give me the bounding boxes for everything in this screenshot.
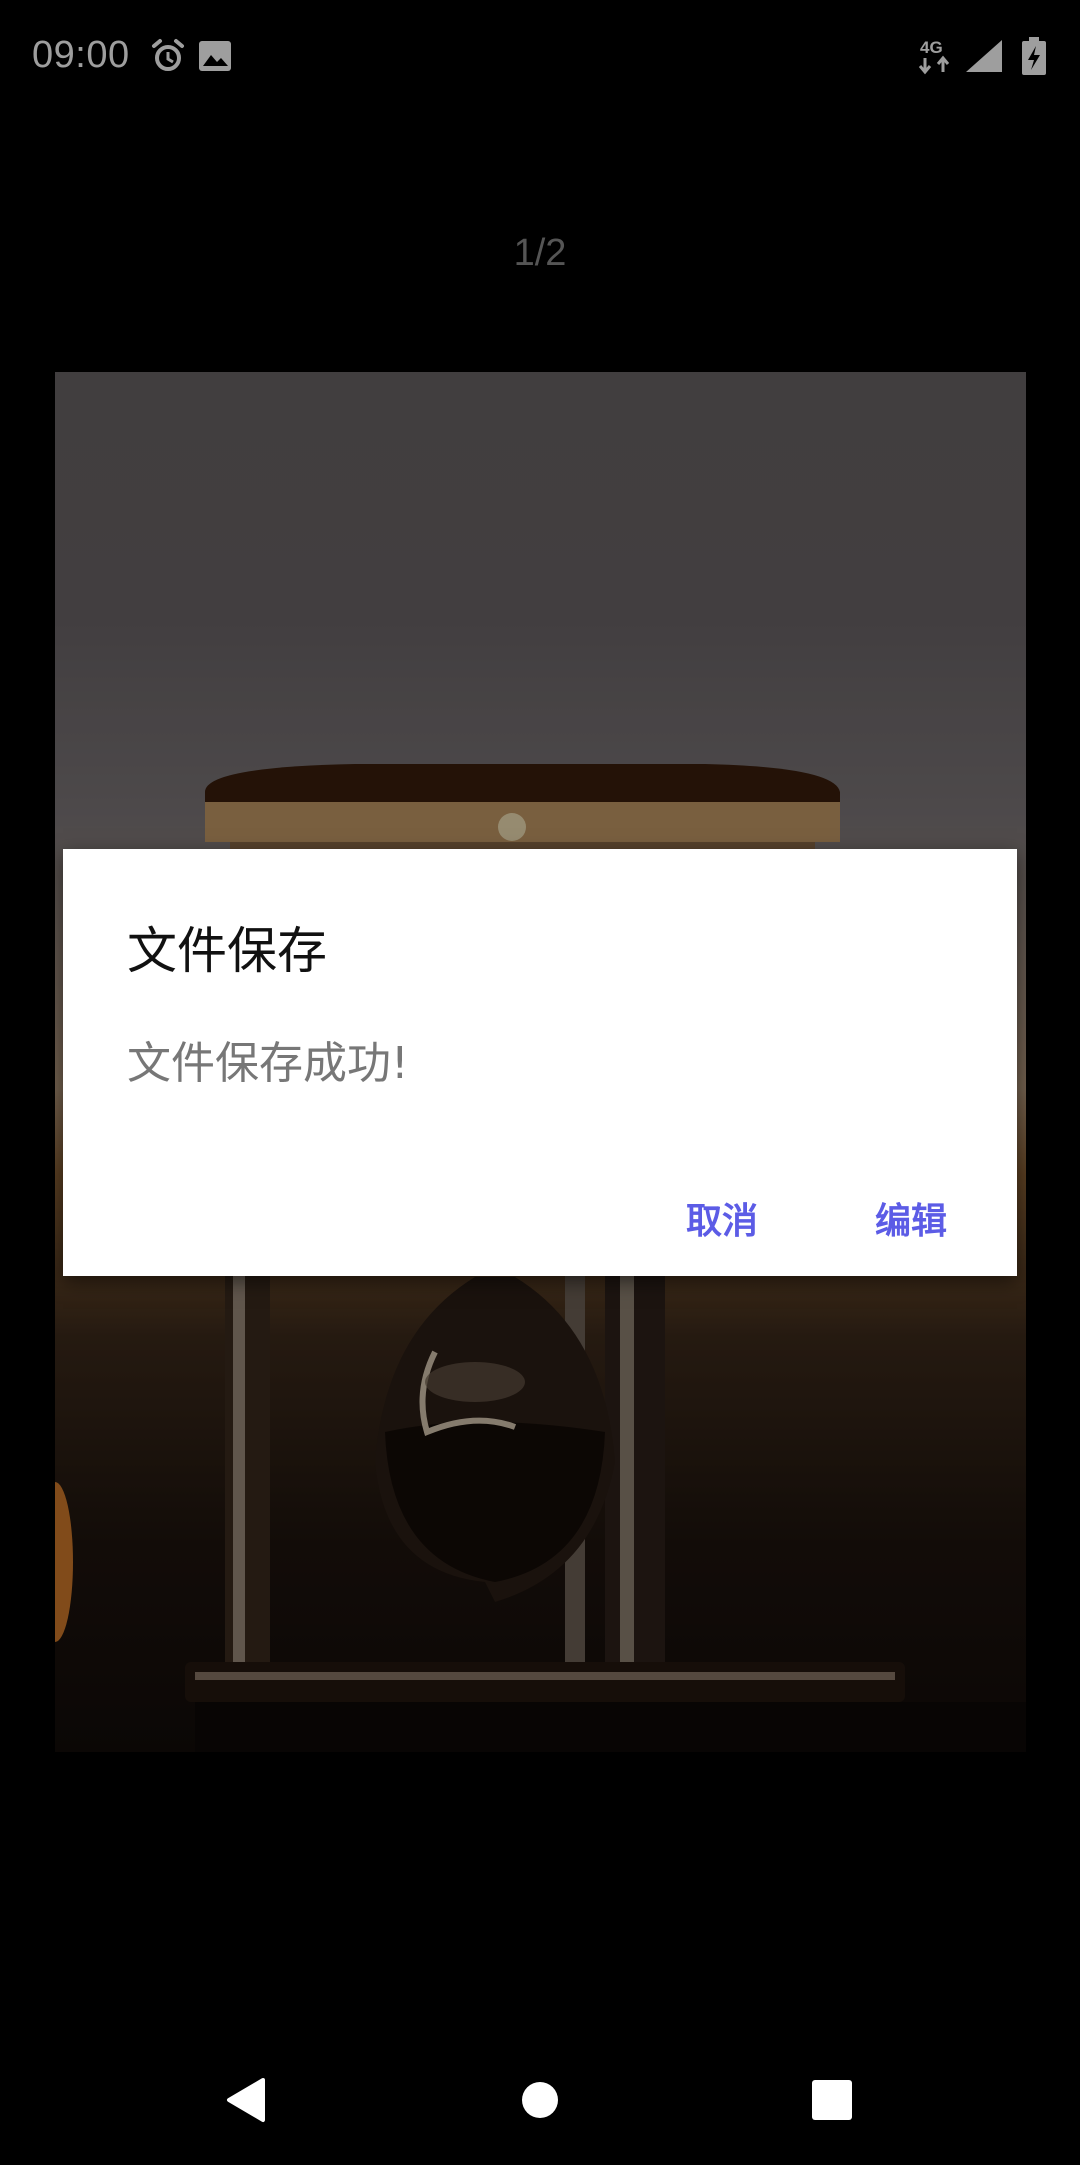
recents-icon <box>812 2080 852 2120</box>
recents-button[interactable] <box>772 2040 892 2160</box>
save-dialog: 文件保存 文件保存成功! 取消 编辑 <box>63 849 1017 1276</box>
edit-button[interactable]: 编辑 <box>855 1182 967 1254</box>
back-button[interactable] <box>185 2040 305 2160</box>
back-icon <box>227 2078 265 2122</box>
home-icon <box>522 2082 558 2118</box>
home-button[interactable] <box>480 2040 600 2160</box>
dialog-title: 文件保存 <box>127 922 327 980</box>
cancel-button[interactable]: 取消 <box>666 1182 778 1254</box>
dialog-message: 文件保存成功! <box>127 1038 409 1089</box>
navigation-bar <box>0 2040 1080 2160</box>
